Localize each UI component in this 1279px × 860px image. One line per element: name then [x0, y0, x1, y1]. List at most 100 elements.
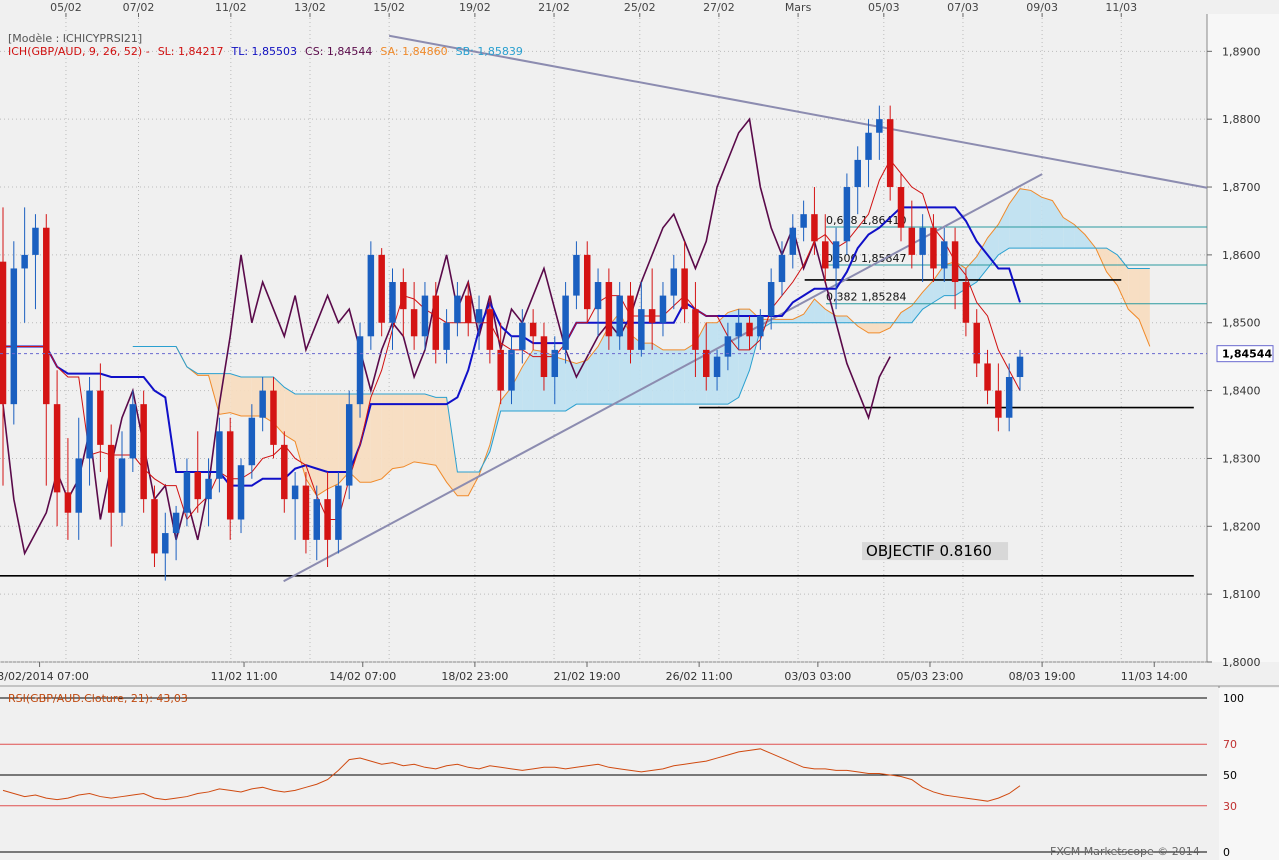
candle-body	[75, 458, 82, 513]
candle-body	[648, 309, 656, 323]
candle-body	[443, 322, 450, 350]
candle-body	[616, 295, 623, 337]
candle-body	[226, 431, 234, 520]
candle-body	[843, 187, 851, 242]
candle-body	[172, 512, 180, 534]
top-date-label: 05/02	[50, 1, 82, 14]
candle-body	[248, 417, 256, 466]
candle-body	[573, 254, 580, 296]
candle-body	[97, 390, 104, 445]
cloud-segment	[684, 343, 696, 405]
cloud-segment	[316, 393, 328, 496]
candle-body	[778, 254, 786, 283]
candle-body	[118, 458, 126, 513]
candle-body	[140, 404, 147, 500]
candle-body	[313, 499, 321, 540]
rsi-level-label: 100	[1223, 692, 1244, 705]
candle-body	[767, 282, 775, 316]
rsi-level-label: 70	[1223, 738, 1237, 751]
candle-body	[865, 132, 872, 160]
candle-body	[519, 322, 526, 350]
candle-body	[854, 159, 861, 188]
price-axis-label: 1,8800	[1222, 113, 1261, 126]
top-date-label: 27/02	[703, 1, 735, 14]
candle-body	[421, 295, 429, 337]
candle-body	[367, 254, 375, 337]
candle-body	[464, 295, 472, 323]
price-axis-label: 1,8400	[1222, 385, 1261, 398]
top-date-label: 11/03	[1105, 1, 1137, 14]
chart-window: 05/02 07/02 11/02 13/02 15/02 19/02 21/02 25/02…	[0, 0, 1279, 860]
candle-body	[335, 485, 342, 540]
candle-body	[410, 309, 418, 337]
fib-level-label: 0,382 1,85284	[826, 291, 906, 304]
legend-item: ICH(GBP/AUD, 9, 26, 52) -	[8, 45, 150, 58]
candle-body	[291, 485, 299, 500]
price-axis-label: 1,8300	[1222, 452, 1261, 465]
cloud-segment	[381, 393, 393, 479]
candle-body	[183, 472, 191, 513]
rsi-level-label: 30	[1223, 800, 1237, 813]
bottom-date-label: 18/02 23:00	[441, 670, 508, 683]
bottom-date-label: 11/02 11:00	[211, 670, 278, 683]
candle-body	[627, 295, 634, 350]
candle-body	[800, 214, 807, 228]
cloud-segment	[673, 349, 685, 405]
indicator-legend: ICH(GBP/AUD, 9, 26, 52) - SL: 1,84217 TL: …	[8, 45, 523, 58]
candle-body	[583, 254, 591, 310]
candle-body	[107, 444, 115, 513]
rsi-level-label: 0	[1223, 846, 1230, 859]
candle-body	[53, 404, 61, 493]
top-date-label: 05/03	[868, 1, 900, 14]
candle-body	[43, 227, 50, 405]
cloud-segment	[652, 343, 663, 405]
top-date-label: 21/02	[538, 1, 570, 14]
candle-body	[345, 404, 353, 486]
bottom-date-label: 05/03 23:00	[897, 670, 964, 683]
price-axis-label: 1,8600	[1222, 249, 1261, 262]
candle-body	[508, 349, 515, 391]
price-chart[interactable]: 05/02 07/02 11/02 13/02 15/02 19/02 21/02 25/02…	[0, 0, 1279, 860]
cloud-segment	[781, 319, 793, 323]
candle-body	[822, 241, 829, 269]
price-axis-background	[1207, 14, 1279, 662]
candle-body	[919, 227, 926, 255]
candle-body	[746, 322, 753, 337]
price-axis-label: 1,8000	[1222, 656, 1261, 669]
candle-body	[876, 119, 883, 133]
candle-body	[281, 444, 288, 500]
candle-body	[475, 309, 483, 323]
candle-body	[886, 119, 894, 188]
candle-body	[897, 187, 905, 228]
top-date-label: 25/02	[624, 1, 656, 14]
top-date-label: 07/03	[947, 1, 979, 14]
cloud-segment	[836, 315, 847, 323]
candle-body	[908, 227, 916, 255]
candle-body	[194, 472, 201, 500]
candle-body	[21, 254, 28, 269]
candle-body	[789, 227, 797, 255]
candle-body	[324, 499, 331, 540]
cloud-segment	[1030, 190, 1042, 249]
cloud-segment	[771, 319, 782, 323]
candle-body	[302, 485, 310, 540]
candle-body	[713, 356, 721, 378]
bottom-date-label: 03/03 03:00	[784, 670, 851, 683]
candle-body	[995, 390, 1002, 418]
candle-body	[486, 309, 494, 350]
top-date-label: 07/02	[123, 1, 155, 14]
candle-body	[1005, 377, 1013, 418]
cloud-segment	[327, 393, 339, 489]
cloud-segment	[241, 377, 252, 417]
candle-body	[32, 227, 39, 255]
candle-body	[692, 309, 699, 350]
candle-body	[216, 431, 223, 479]
candle-body	[757, 315, 764, 337]
candle-body	[735, 322, 742, 337]
cloud-segment	[370, 393, 382, 483]
candle-body	[259, 390, 266, 418]
rsi-pane-background	[0, 688, 1219, 860]
candle-body	[86, 390, 93, 459]
bottom-date-label: 21/02 19:00	[554, 670, 621, 683]
candle-body	[811, 214, 818, 242]
